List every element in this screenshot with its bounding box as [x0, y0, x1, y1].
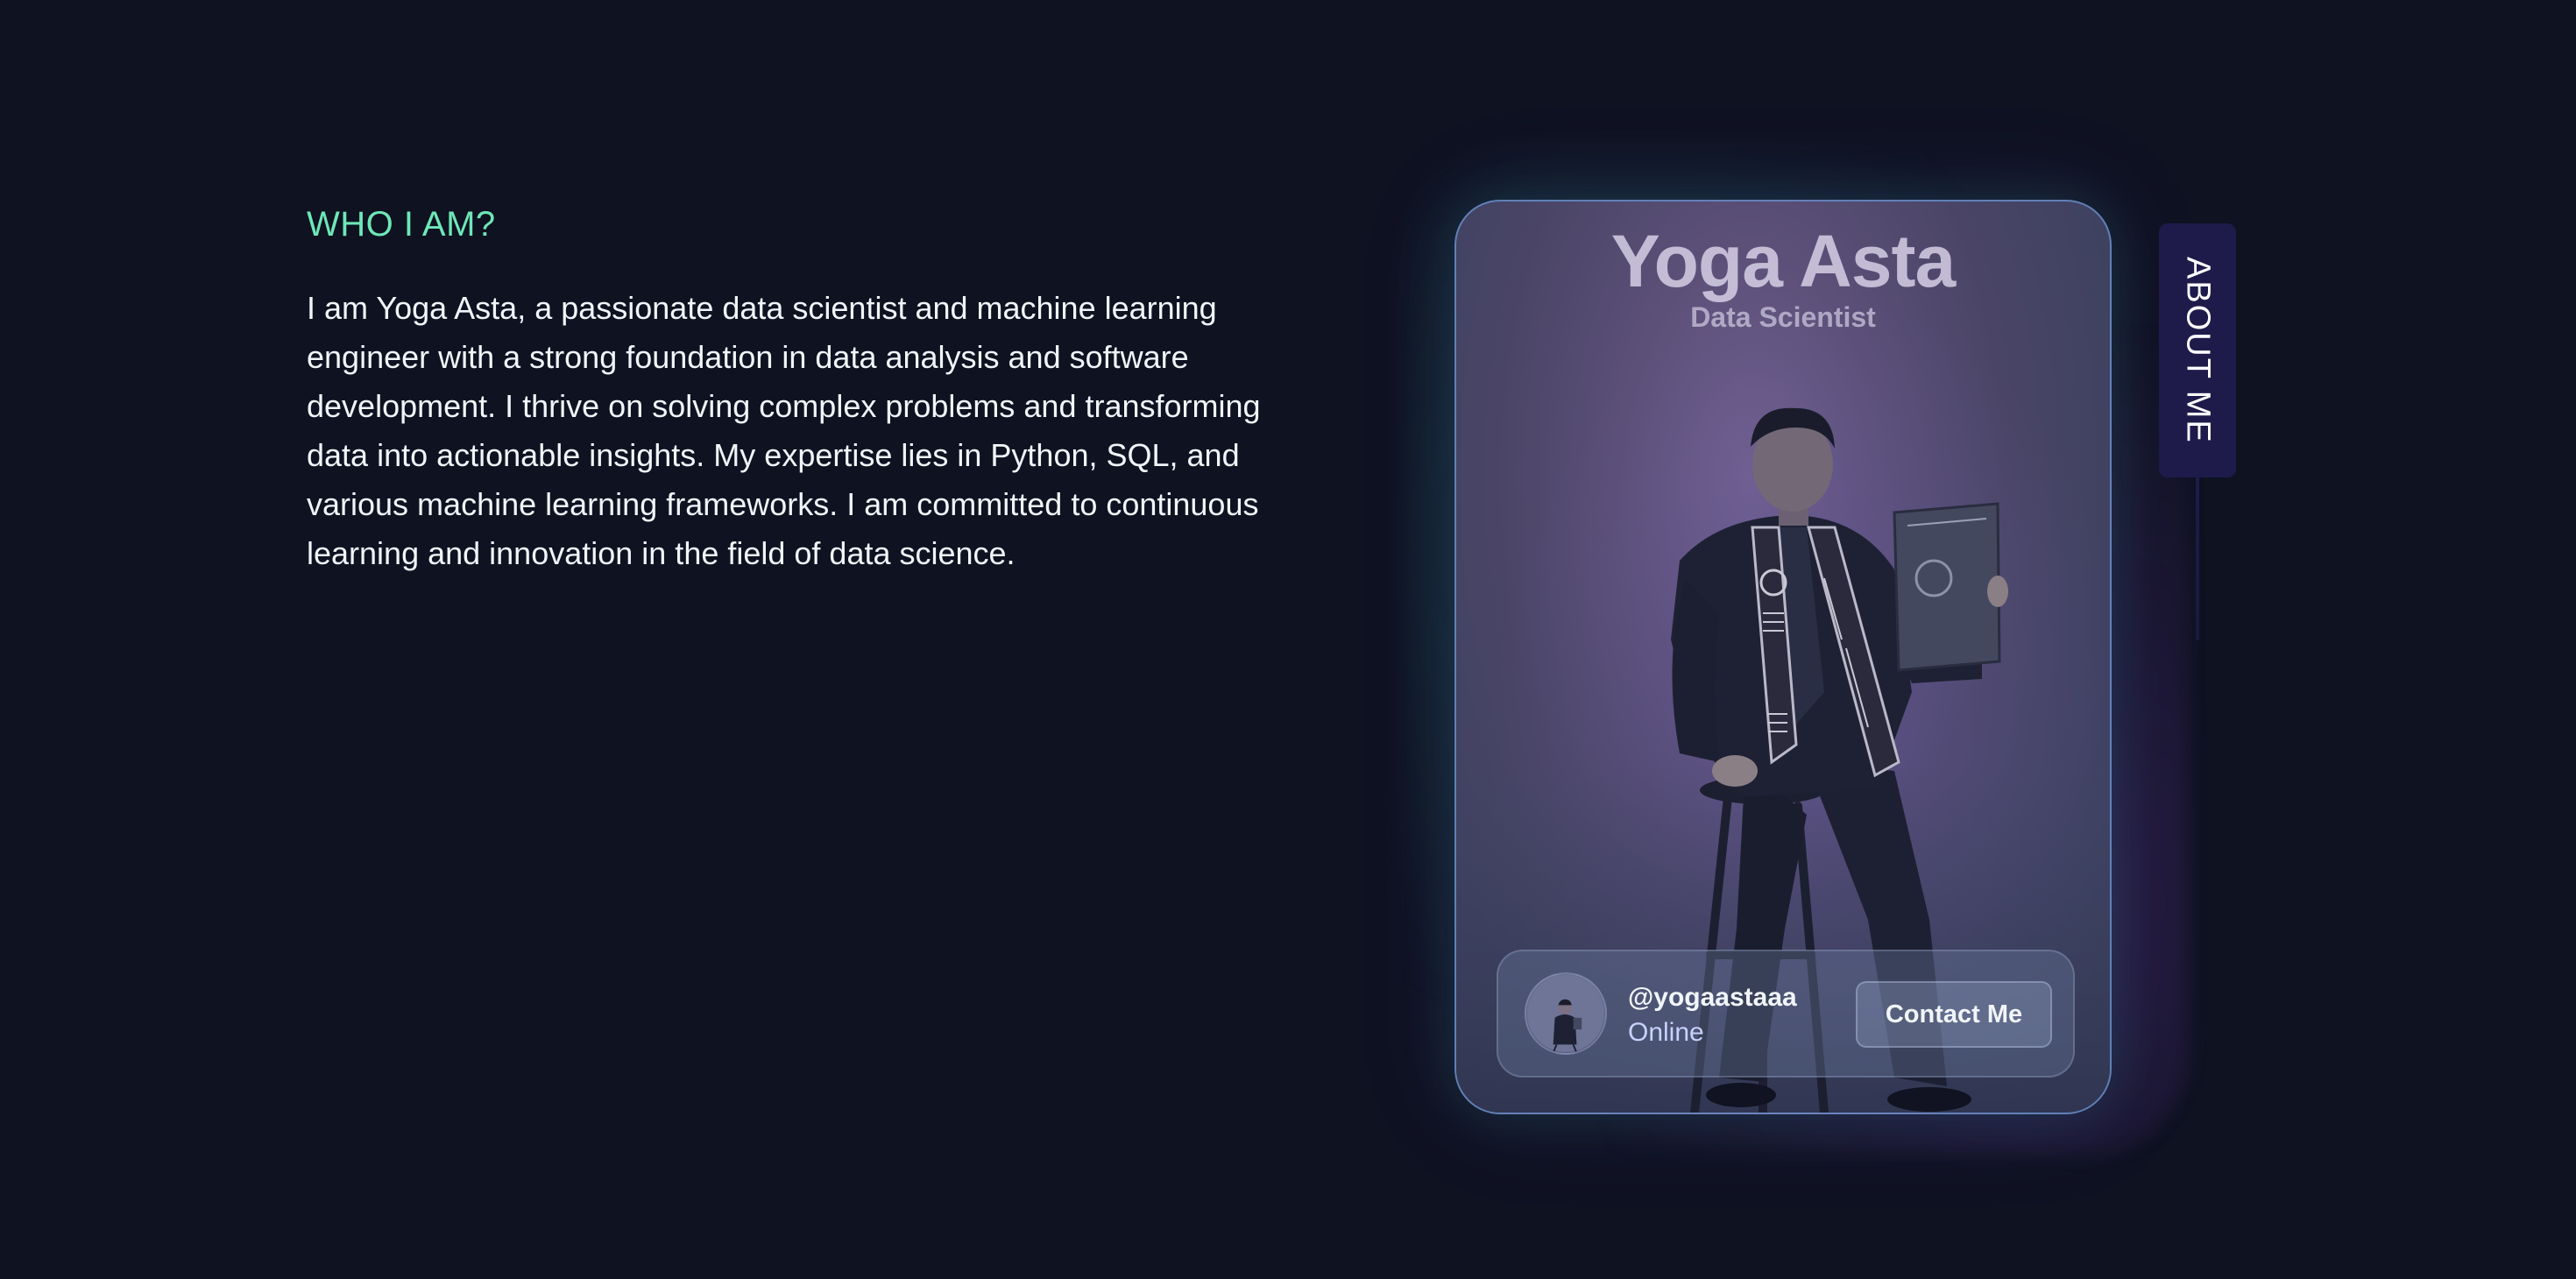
section-heading: WHO I AM? [307, 205, 496, 244]
avatar-portrait-icon [1526, 974, 1605, 1053]
profile-handle: @yogaastaaa [1628, 983, 1797, 1012]
about-me-tab-label: ABOUT ME [2179, 257, 2217, 444]
side-tab-connector [2196, 477, 2199, 640]
about-section: WHO I AM? I am Yoga Asta, a passionate d… [307, 200, 1288, 578]
online-status: Online [1628, 1018, 1704, 1047]
contact-me-button[interactable]: Contact Me [1856, 981, 2052, 1048]
bio-paragraph: I am Yoga Asta, a passionate data scient… [307, 290, 1261, 571]
card-name: Yoga Asta [1610, 220, 1956, 302]
avatar [1525, 972, 1607, 1055]
card-role: Data Scientist [1690, 301, 1876, 333]
about-page: WHO I AM? I am Yoga Asta, a passionate d… [0, 0, 2576, 1279]
profile-card: Yoga Asta Data Scientist @yogaastaaa Onl… [1454, 200, 2112, 1114]
about-me-tab[interactable]: ABOUT ME [2159, 223, 2236, 477]
profile-status-bar: @yogaastaaa Online Contact Me [1497, 950, 2075, 1078]
